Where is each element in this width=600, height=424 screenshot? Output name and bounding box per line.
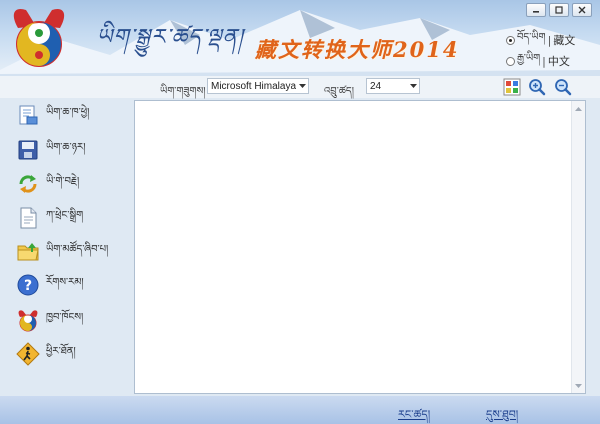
convert-arrows-icon — [19, 175, 37, 193]
language-chinese-label: 中文 — [547, 55, 570, 68]
svg-text:?: ? — [24, 278, 32, 294]
tibetan-calligraphy-title: ཡིག་སྒྱུར་ཚད་ལྡན། — [96, 25, 244, 50]
sidebar-item-label: ཡིག་མཚོད་ཞིབ་པ། — [46, 244, 109, 255]
sidebar-item-convert[interactable]: ཡི་གེ་བརྗེ། — [16, 169, 79, 199]
toolbar: ཡིག་གཟུགས། Microsoft Himalaya འབྲུ་ཚད། 2… — [0, 76, 600, 98]
sidebar: ཡིག་ཆ་ཁ་ཕྱེ། ཡིག་ཆ་ཉར། ཡི་གེ་བརྗེ། ཀ་ཕྲེ… — [0, 98, 134, 394]
maximize-button[interactable] — [549, 3, 569, 17]
minimize-button[interactable] — [526, 3, 546, 17]
editor-content[interactable] — [139, 105, 567, 389]
sidebar-item-help[interactable]: ? རོགས་རམ། — [16, 270, 84, 300]
text-editor[interactable] — [134, 100, 586, 394]
sidebar-item-label: ཡི་གེ་བརྗེ། — [46, 176, 80, 187]
app-logo-icon — [18, 310, 38, 332]
save-disk-icon — [18, 140, 38, 160]
sidebar-item-label: ཡིག་ཆ་ཉར། — [46, 142, 86, 153]
close-icon — [578, 6, 586, 14]
zoom-in-icon[interactable] — [528, 78, 546, 96]
exit-icon — [16, 342, 40, 366]
scroll-up-icon[interactable] — [572, 102, 585, 115]
sidebar-item-about[interactable]: ཁྱབ་ཁོངས། — [16, 305, 83, 335]
vertical-scrollbar[interactable] — [571, 101, 585, 393]
sidebar-item-folder[interactable]: ཡིག་མཚོད་ཞིབ་པ། — [16, 237, 108, 267]
app-logo-icon — [13, 8, 65, 67]
scroll-down-icon[interactable] — [572, 379, 585, 392]
size-select[interactable]: 24 — [366, 78, 420, 94]
language-tibetan-label: རྒྱ་ཡིག — [517, 53, 541, 64]
zoom-out-icon[interactable] — [554, 78, 572, 96]
radio-selected-icon[interactable] — [506, 35, 515, 45]
font-select[interactable]: Microsoft Himalaya — [207, 78, 309, 94]
size-select-value: 24 — [370, 80, 382, 92]
chevron-down-icon[interactable] — [296, 79, 308, 93]
sidebar-item-open[interactable]: ཡིག་ཆ་ཁ་ཕྱེ། — [16, 100, 89, 130]
folder-icon — [17, 243, 39, 261]
color-grid-icon[interactable] — [503, 78, 521, 96]
sidebar-item-exit[interactable]: ཕྱིར་ཐོན། — [16, 339, 76, 369]
language-separator: | — [542, 54, 546, 68]
bottom-button-1[interactable]: རང་ཚད། — [398, 402, 430, 424]
sidebar-item-label: ཡིག་ཆ་ཁ་ཕྱེ། — [46, 107, 90, 118]
app-title: 藏文转换大师2014 — [255, 37, 460, 62]
language-option-chinese[interactable]: རྒྱ་ཡིག | 中文 — [506, 47, 570, 75]
language-chinese-label: 藏文 — [553, 34, 576, 47]
bottom-button-2[interactable]: དུས་ཐུབ། — [486, 402, 518, 424]
radio-unselected-icon[interactable] — [506, 56, 515, 66]
open-file-icon — [19, 105, 38, 125]
help-icon: ? — [17, 274, 39, 296]
sidebar-item-save[interactable]: ཡིག་ཆ་ཉར། — [16, 135, 85, 165]
sidebar-item-label: རོགས་རམ། — [46, 277, 84, 288]
close-button[interactable] — [572, 3, 592, 17]
sidebar-item-arrange[interactable]: ཀ་ཕྲེང་སྒྲིག — [16, 203, 83, 233]
sidebar-item-label: ཀ་ཕྲེང་སྒྲིག — [46, 210, 84, 221]
window-controls — [526, 3, 592, 17]
document-icon — [20, 207, 37, 229]
bottom-bar: རང་ཚད། དུས་ཐུབ། — [0, 396, 600, 424]
font-select-value: Microsoft Himalaya — [211, 80, 296, 92]
sidebar-item-label: ཁྱབ་ཁོངས། — [46, 312, 84, 323]
minimize-icon — [533, 11, 539, 13]
chevron-down-icon[interactable] — [407, 79, 419, 93]
sidebar-item-label: ཕྱིར་ཐོན། — [46, 346, 76, 357]
language-separator: | — [547, 33, 552, 47]
header-banner: ཡིག་སྒྱུར་ཚད་ལྡན། 藏文转换大师2014 བོད་ཡིག | 藏… — [0, 0, 600, 76]
maximize-icon — [555, 6, 563, 14]
